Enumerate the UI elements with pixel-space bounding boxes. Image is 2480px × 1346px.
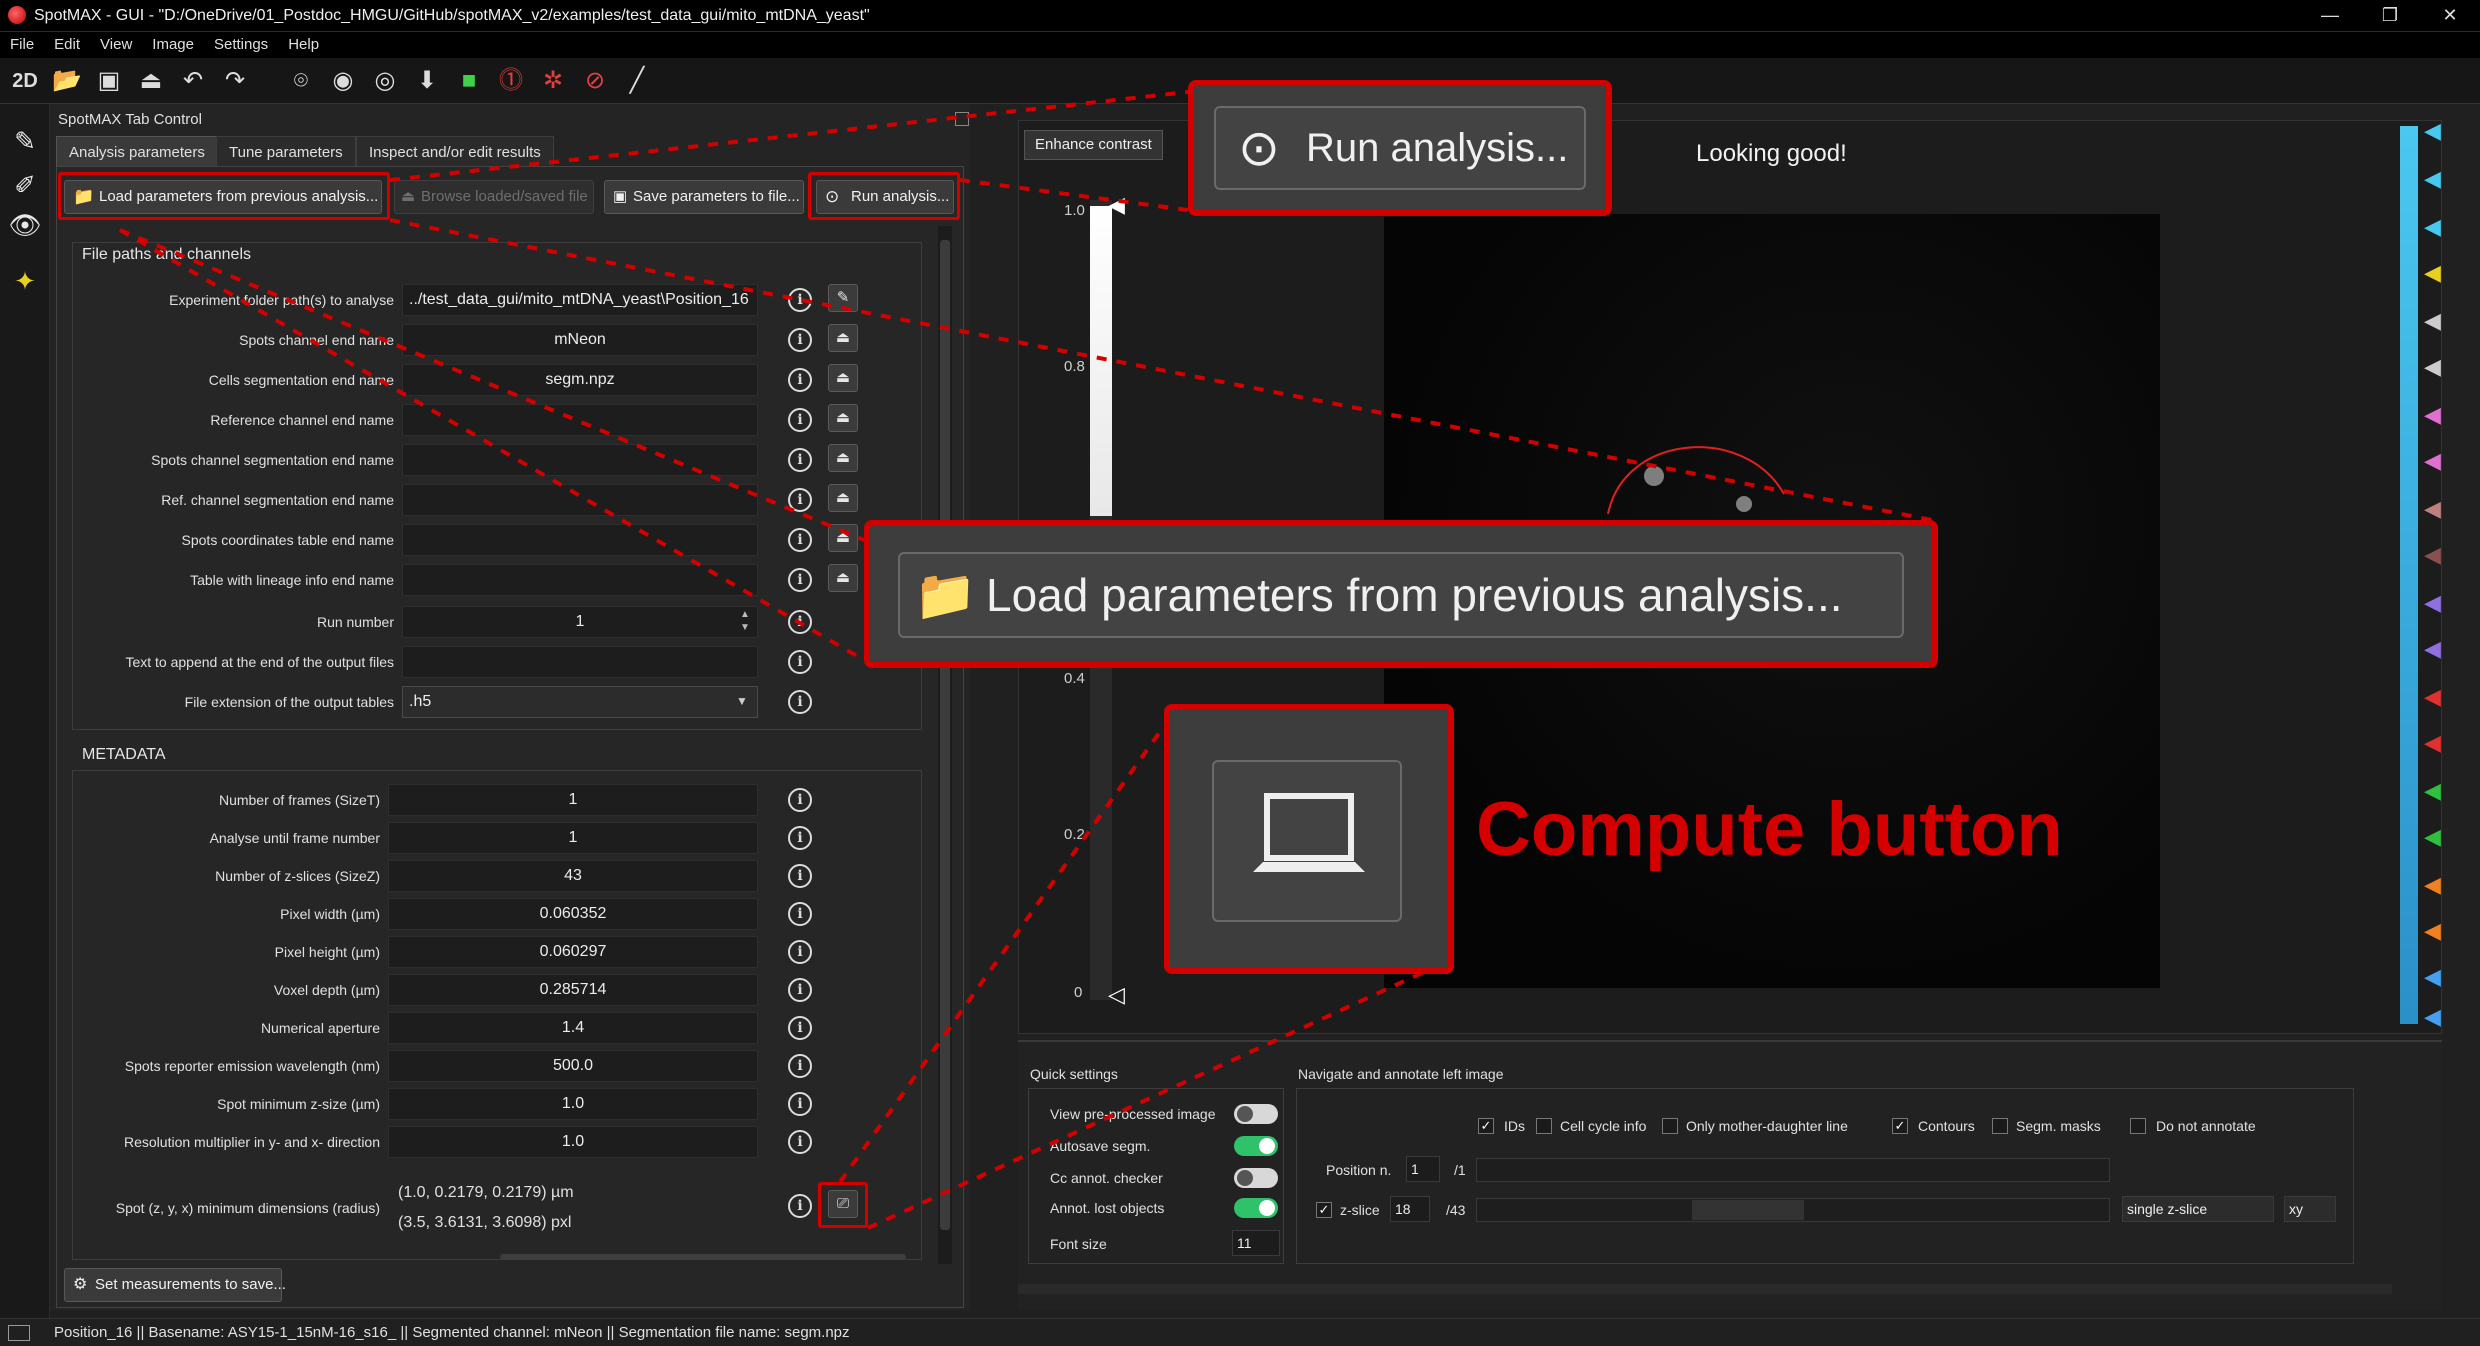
compute-callout-button [1212,760,1402,922]
run-analysis-callout-label: Run analysis... [1306,126,1569,170]
load-params-callout-button: 📁 Load parameters from previous analysis… [898,552,1904,638]
load-params-callout: 📁 Load parameters from previous analysis… [864,520,1938,668]
run-analysis-callout: ⊙ Run analysis... [1188,80,1612,216]
laptop-icon [1253,793,1365,872]
play-gear-icon: ⊙ [1238,120,1280,176]
load-params-callout-label: Load parameters from previous analysis..… [986,569,1843,621]
run-analysis-callout-button: ⊙ Run analysis... [1214,106,1586,190]
folder-icon: 📁 [914,567,977,623]
compute-button-caption: Compute button [1476,787,2063,872]
compute-callout [1164,704,1454,974]
